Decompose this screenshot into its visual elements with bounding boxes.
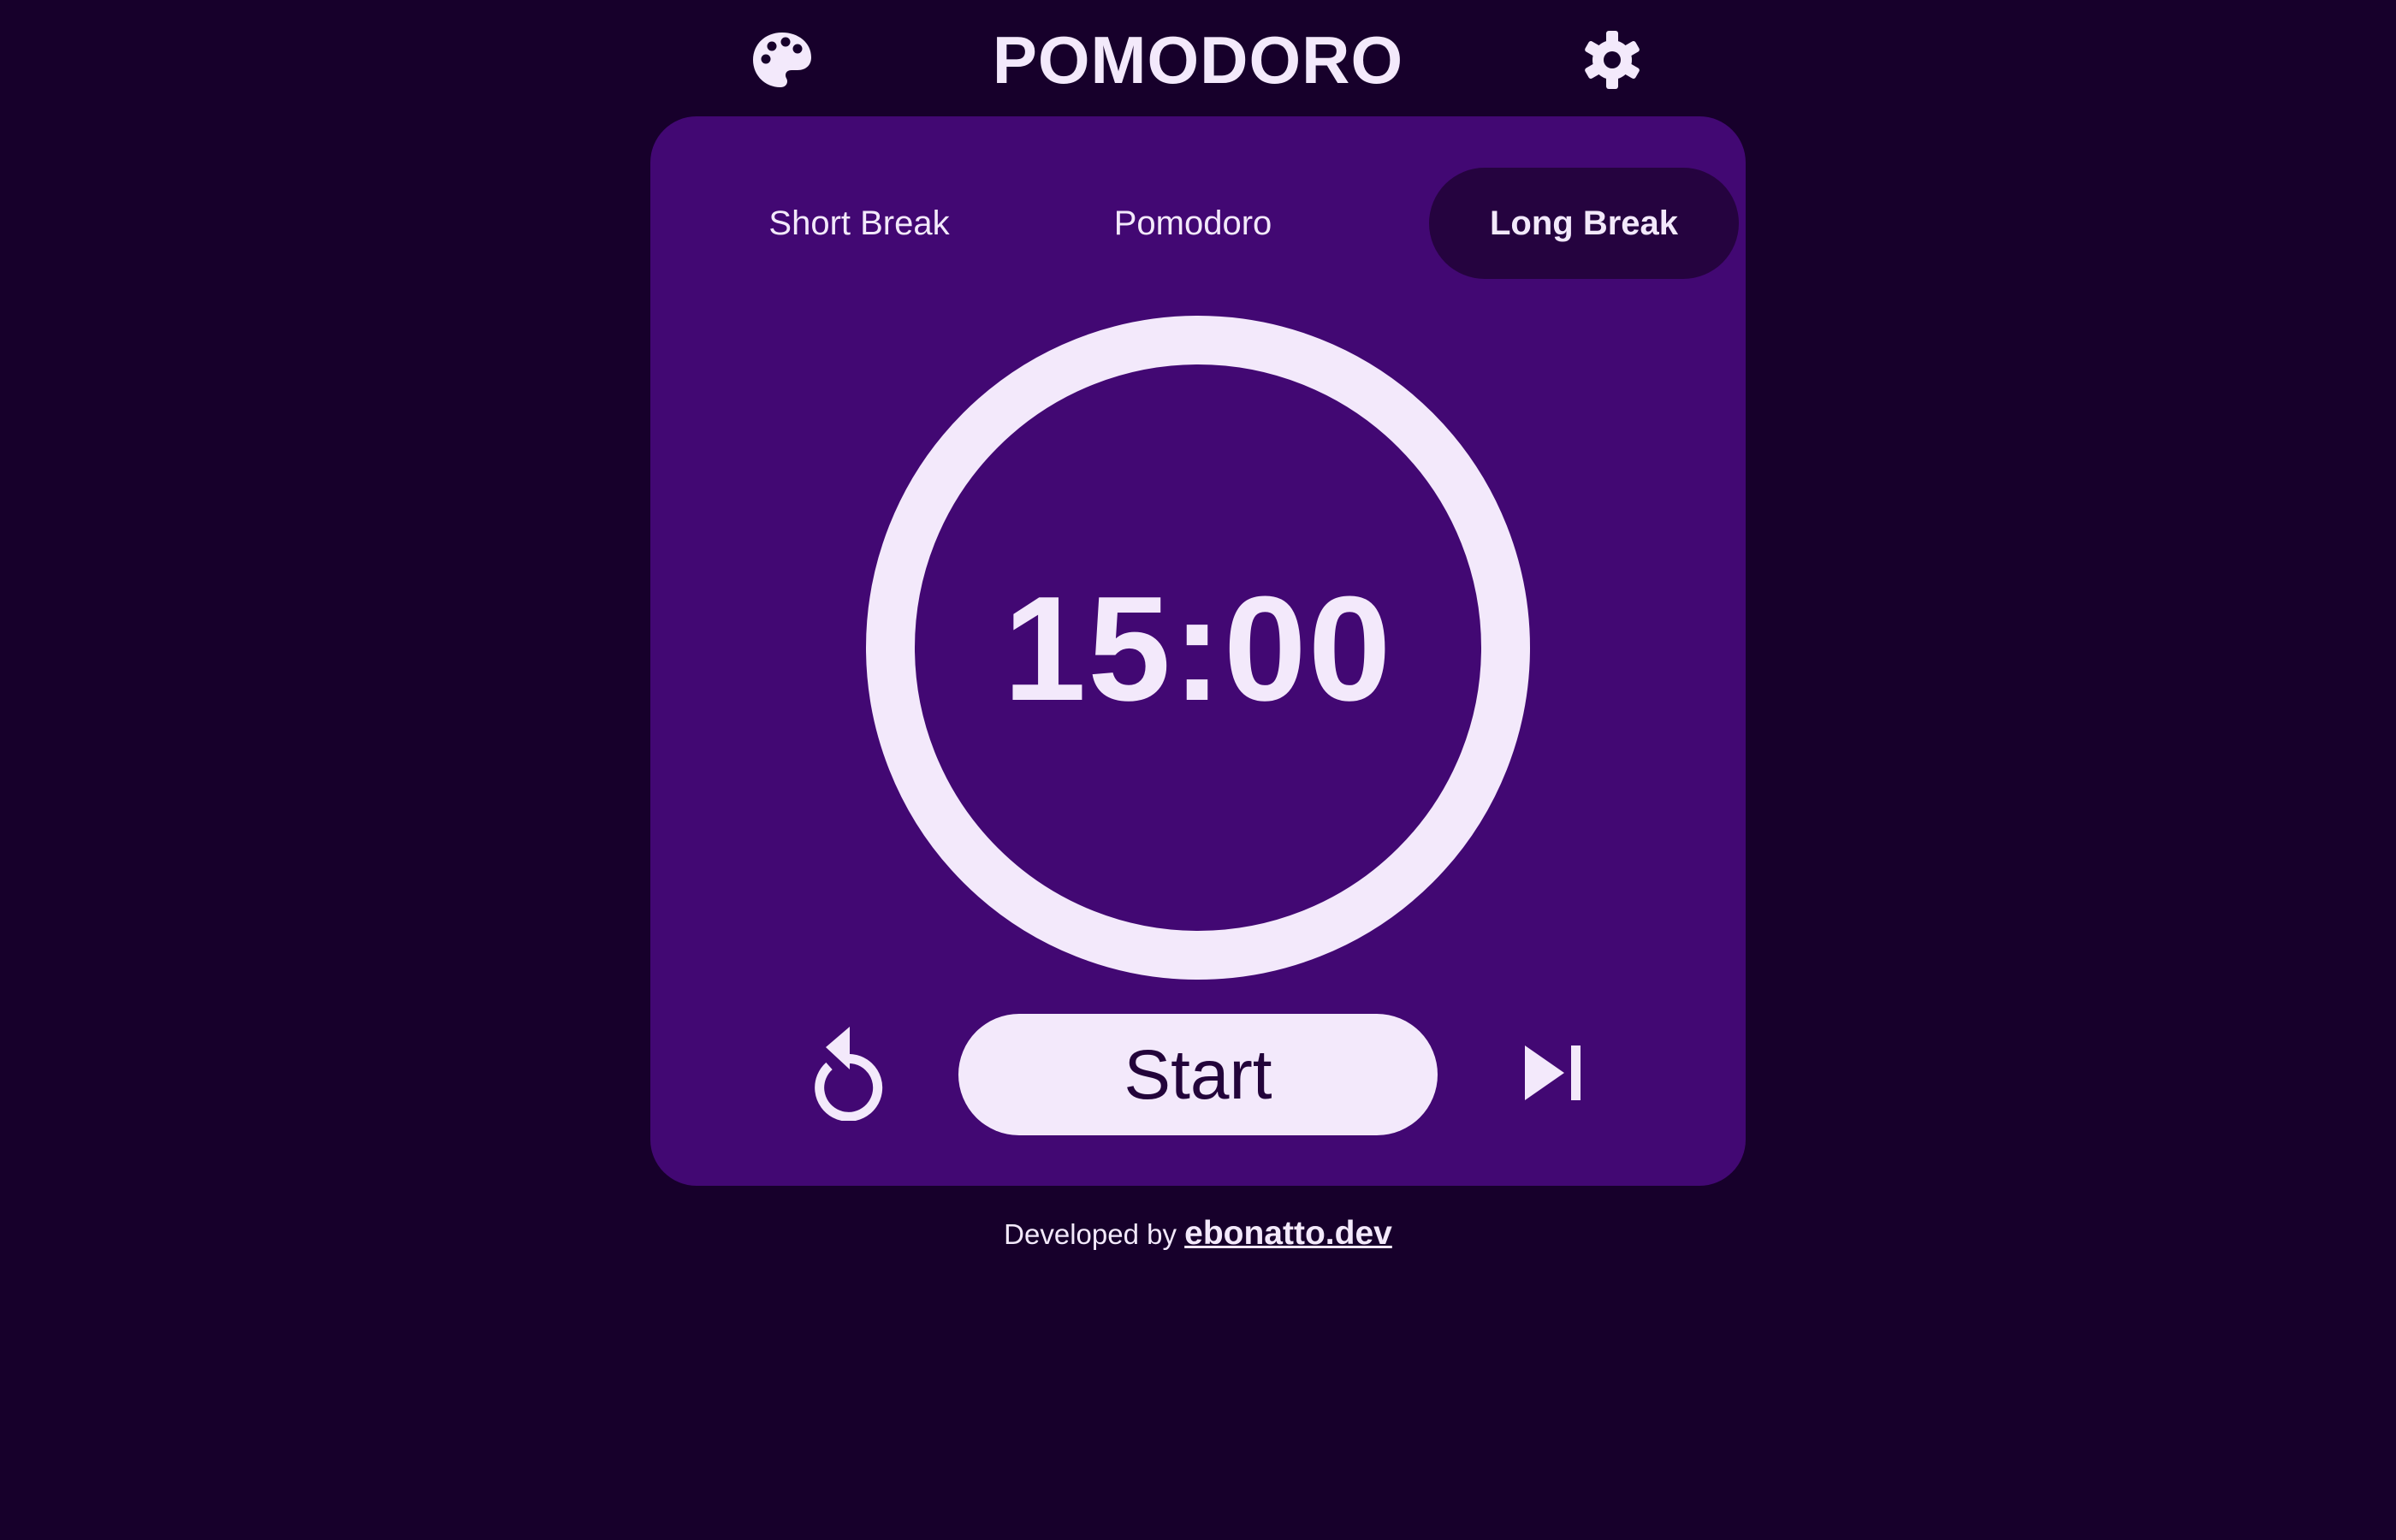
mode-tabs: Short Break Pomodoro Long Break: [702, 168, 1739, 279]
progress-ring: 15:00: [866, 316, 1530, 980]
tab-short-break[interactable]: Short Break: [702, 168, 1017, 279]
theme-button[interactable]: [751, 31, 813, 89]
pomodoro-app: POMODORO Short Break Pomodoro Long Break: [0, 0, 2396, 1540]
developer-link[interactable]: ebonatto.dev: [1184, 1215, 1392, 1252]
settings-button[interactable]: [1581, 29, 1643, 91]
footer-prefix: Developed by: [1004, 1218, 1177, 1250]
tab-long-break[interactable]: Long Break: [1429, 168, 1739, 279]
reset-button[interactable]: [800, 1025, 886, 1122]
header: POMODORO: [0, 0, 2396, 116]
skip-next-icon: [1525, 1045, 1581, 1100]
timer-card: Short Break Pomodoro Long Break 15:00 St…: [650, 116, 1746, 1186]
tab-pomodoro[interactable]: Pomodoro: [1035, 168, 1350, 279]
skip-button[interactable]: [1523, 1040, 1592, 1109]
reset-icon: [815, 1027, 883, 1122]
gear-icon: [1585, 31, 1640, 89]
start-button[interactable]: Start: [958, 1014, 1438, 1135]
app-title: POMODORO: [992, 22, 1404, 98]
time-display: 15:00: [1003, 564, 1393, 732]
footer: Developed by ebonatto.dev: [856, 1208, 1540, 1259]
palette-icon: [753, 33, 811, 87]
